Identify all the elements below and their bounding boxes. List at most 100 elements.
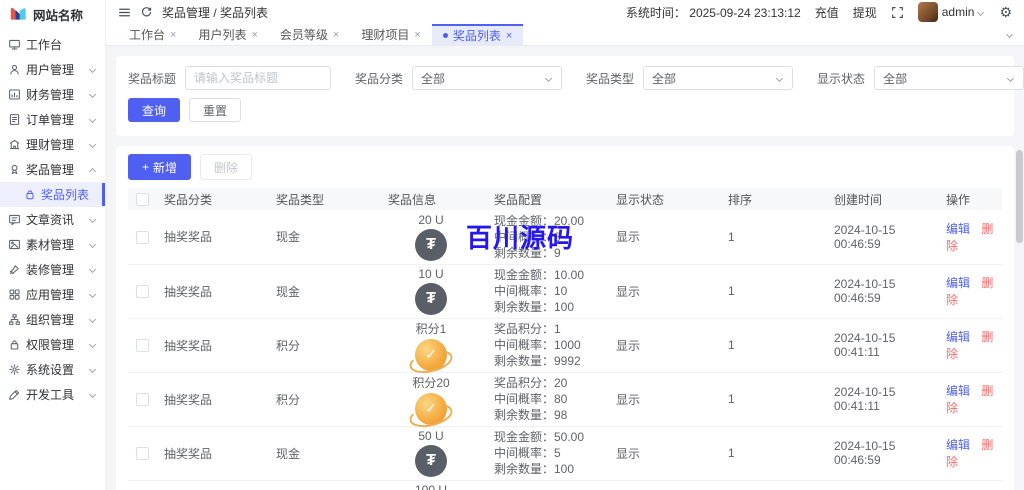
row-checkbox[interactable] <box>136 285 149 298</box>
row-checkbox[interactable] <box>136 393 149 406</box>
sidebar-item-orders[interactable]: 订单管理 <box>0 107 105 132</box>
col-info: 奖品信息 <box>384 188 490 210</box>
user-menu[interactable]: admin <box>918 2 986 22</box>
sidebar-item-article[interactable]: 文章资讯 <box>0 207 105 232</box>
delete-button[interactable]: 删除 <box>200 154 252 180</box>
users-icon <box>8 63 21 76</box>
cell-actions: 编辑 删除 <box>942 372 1002 426</box>
col-status: 显示状态 <box>612 188 724 210</box>
close-icon[interactable]: × <box>506 30 512 42</box>
sidebar-item-permission[interactable]: 权限管理 <box>0 332 105 357</box>
cell-created: 2024-10-15 00:41:11 <box>830 372 942 426</box>
table-row: 抽奖奖品 积分 积分20 ✓ 奖品积分：20 中间概率：80 剩余数量：98 显… <box>128 372 1002 426</box>
tab-label: 工作台 <box>129 26 165 43</box>
row-checkbox[interactable] <box>136 339 149 352</box>
close-icon[interactable]: × <box>251 29 257 41</box>
cell-created: 2024-10-15 00:46:59 <box>830 480 942 490</box>
refresh-icon[interactable] <box>140 6 153 19</box>
cell-sort: 1 <box>724 264 830 318</box>
coin-symbol: ✓ <box>425 400 437 417</box>
sidebar-item-label: 应用管理 <box>26 286 85 303</box>
prize-type-select[interactable]: 全部 <box>643 66 793 90</box>
selected-value: 全部 <box>652 70 676 87</box>
sidebar-item-workbench[interactable]: 工作台 <box>0 32 105 57</box>
prize-title-input[interactable] <box>185 66 331 90</box>
tab-wealth-project[interactable]: 理财项目 × <box>350 24 431 45</box>
collapse-menu-icon[interactable] <box>118 6 131 19</box>
vertical-scrollbar[interactable] <box>1016 46 1023 490</box>
edit-link[interactable]: 编辑 <box>946 222 970 236</box>
cell-category: 抽奖奖品 <box>160 372 272 426</box>
table-row: 抽奖奖品 现金 10 U ₮ 现金金额：10.00 中间概率：10 剩余数量：1… <box>128 264 1002 318</box>
sidebar-item-decorate[interactable]: 装修管理 <box>0 257 105 282</box>
sidebar-subitem-prize-list[interactable]: 奖品列表 <box>0 182 105 207</box>
display-status-select[interactable]: 全部 <box>874 66 1024 90</box>
withdraw-link[interactable]: 提现 <box>853 4 877 21</box>
sidebar-item-label: 文章资讯 <box>26 211 85 228</box>
edit-link[interactable]: 编辑 <box>946 438 970 452</box>
sidebar-item-material[interactable]: 素材管理 <box>0 232 105 257</box>
tab-workbench[interactable]: 工作台 × <box>118 24 187 45</box>
scrollbar-thumb[interactable] <box>1016 150 1023 243</box>
sidebar-item-label: 用户管理 <box>26 61 85 78</box>
recharge-link[interactable]: 充值 <box>815 4 839 21</box>
tab-bar: 工作台 × 用户列表 × 会员等级 × 理财项目 × 奖品列表 × <box>106 24 1024 46</box>
coin-symbol: ✓ <box>425 346 437 363</box>
sidebar-item-apps[interactable]: 应用管理 <box>0 282 105 307</box>
sidebar-item-devtools[interactable]: 开发工具 <box>0 382 105 407</box>
cell-sort: 1 <box>724 372 830 426</box>
tab-user-list[interactable]: 用户列表 × <box>187 24 268 45</box>
prize-table-panel: + 新增 删除 奖品分类 奖品类型 奖 <box>116 146 1014 490</box>
sidebar-menu: 工作台 用户管理 财务管理 订单管理 理财管理 奖品管理 奖品列表 文章资讯 <box>0 28 105 407</box>
brand-header: 网站名称 <box>0 0 105 28</box>
config-line: 剩余数量：9 <box>494 245 608 261</box>
tab-prize-list[interactable]: 奖品列表 × <box>432 24 523 45</box>
reset-button[interactable]: 重置 <box>189 98 241 122</box>
cell-category: 抽奖奖品 <box>160 426 272 480</box>
sidebar-item-label: 装修管理 <box>26 261 85 278</box>
tether-coin-icon: ₮ <box>415 229 447 261</box>
search-button[interactable]: 查询 <box>128 98 180 122</box>
filter-type-group: 奖品类型 全部 <box>586 66 793 90</box>
cell-config: 奖品积分：1 中间概率：1000 剩余数量：9992 <box>490 318 612 372</box>
article-icon <box>8 213 21 226</box>
edit-link[interactable]: 编辑 <box>946 330 970 344</box>
cell-actions: 编辑 删除 <box>942 426 1002 480</box>
sidebar-item-prize[interactable]: 奖品管理 <box>0 157 105 182</box>
edit-link[interactable]: 编辑 <box>946 384 970 398</box>
gear-icon[interactable]: ⚙ <box>999 5 1012 19</box>
chevron-icon <box>89 316 96 323</box>
select-all-checkbox[interactable] <box>136 193 149 206</box>
chevron-icon <box>89 391 96 398</box>
sidebar-item-settings[interactable]: 系统设置 <box>0 357 105 382</box>
table-row: 抽奖奖品 现金 100 U ₮ 现金金额：100.00 中间概率：1 显示 1 … <box>128 480 1002 490</box>
prize-table: 奖品分类 奖品类型 奖品信息 奖品配置 显示状态 排序 创建时间 操作 抽奖奖品… <box>128 188 1002 490</box>
chevron-icon <box>89 141 96 148</box>
table-row: 抽奖奖品 现金 50 U ₮ 现金金额：50.00 中间概率：5 剩余数量：10… <box>128 426 1002 480</box>
tabs-dropdown-icon[interactable] <box>1007 24 1014 45</box>
cell-type: 现金 <box>272 480 384 490</box>
tab-label: 理财项目 <box>361 26 409 43</box>
chevron-icon <box>89 341 96 348</box>
row-checkbox[interactable] <box>136 447 149 460</box>
close-icon[interactable]: × <box>333 29 339 41</box>
sidebar-item-finance[interactable]: 财务管理 <box>0 82 105 107</box>
prize-category-select[interactable]: 全部 <box>412 66 562 90</box>
sidebar-item-org[interactable]: 组织管理 <box>0 307 105 332</box>
tether-coin-icon: ₮ <box>415 283 447 315</box>
cell-info: 10 U ₮ <box>384 264 490 318</box>
table-row: 抽奖奖品 积分 积分1 ✓ 奖品积分：1 中间概率：1000 剩余数量：9992… <box>128 318 1002 372</box>
fullscreen-icon[interactable] <box>891 6 904 19</box>
close-icon[interactable]: × <box>414 29 420 41</box>
sidebar-item-users[interactable]: 用户管理 <box>0 57 105 82</box>
sidebar-item-wealth[interactable]: 理财管理 <box>0 132 105 157</box>
close-icon[interactable]: × <box>170 29 176 41</box>
site-logo-icon <box>9 6 27 22</box>
edit-link[interactable]: 编辑 <box>946 276 970 290</box>
config-line: 奖品积分：1 <box>494 321 608 337</box>
row-checkbox[interactable] <box>136 231 149 244</box>
chevron-down-icon <box>776 74 783 81</box>
cell-config: 现金金额：100.00 中间概率：1 <box>490 480 612 490</box>
add-button[interactable]: + 新增 <box>128 154 191 180</box>
tab-member-level[interactable]: 会员等级 × <box>269 24 350 45</box>
